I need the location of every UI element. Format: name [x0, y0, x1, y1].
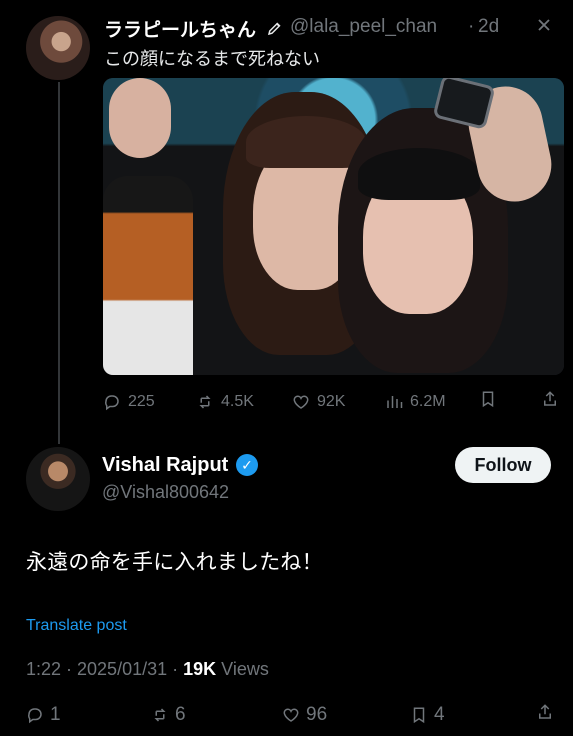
- original-reply-count: 225: [128, 393, 155, 410]
- raised-hand-left: [109, 78, 171, 158]
- original-post-time[interactable]: 2d: [478, 16, 499, 38]
- original-views-action[interactable]: 6.2M: [385, 393, 446, 411]
- repost-icon: [196, 393, 214, 411]
- original-repost-count: 4.5K: [221, 393, 254, 410]
- reply-bookmark-action[interactable]: 4: [410, 704, 445, 726]
- background-person: [103, 176, 193, 375]
- bookmark-icon: [479, 390, 497, 408]
- reply-author-name[interactable]: Vishal Rajput: [102, 454, 228, 477]
- share-icon: [536, 703, 554, 721]
- reply-reply-count: 1: [50, 704, 61, 725]
- post-photo[interactable]: [103, 78, 564, 375]
- left-woman-bangs: [246, 116, 366, 168]
- views-icon: [385, 393, 403, 411]
- original-reply-action[interactable]: 225: [103, 393, 155, 411]
- reply-reply-action[interactable]: 1: [26, 704, 61, 726]
- reply-icon: [26, 706, 44, 724]
- original-author-name[interactable]: ララピールちゃん: [104, 15, 284, 42]
- reply-author-avatar[interactable]: [26, 447, 90, 511]
- verified-icon: ✓: [236, 454, 258, 476]
- reply-bookmark-count: 4: [434, 704, 445, 725]
- reply-author-handle[interactable]: @Vishal800642: [102, 482, 229, 503]
- follow-button[interactable]: Follow: [455, 447, 551, 483]
- original-like-count: 92K: [317, 393, 346, 410]
- reply-post-meta: 1:22 · 2025/01/31 · 19K Views: [26, 659, 269, 680]
- bookmark-icon: [410, 706, 428, 724]
- reply-post-text: 永遠の命を手に入れましたね！: [26, 551, 323, 574]
- reply-views-count: 19K: [183, 659, 217, 679]
- like-icon: [282, 706, 300, 724]
- reply-share-action[interactable]: [536, 703, 554, 721]
- original-like-action[interactable]: 92K: [292, 393, 345, 411]
- reply-icon: [103, 393, 121, 411]
- reply-like-action[interactable]: 96: [282, 704, 327, 726]
- reply-like-count: 96: [306, 704, 328, 725]
- original-post-text: この顔になるまで死ねない: [104, 49, 320, 69]
- thread-line: [58, 82, 60, 444]
- reply-post-meta-prefix: 1:22 · 2025/01/31 ·: [26, 659, 184, 679]
- reply-repost-count: 6: [175, 704, 186, 725]
- close-icon[interactable]: [534, 15, 554, 39]
- post-time-separator: ·: [468, 16, 475, 37]
- translate-post-link[interactable]: Translate post: [26, 617, 127, 635]
- repost-icon: [151, 706, 169, 724]
- share-action[interactable]: [541, 390, 559, 408]
- right-woman-bangs: [358, 148, 480, 200]
- bookmark-action[interactable]: [479, 390, 497, 408]
- reply-views-label: Views: [216, 659, 269, 679]
- reply-repost-action[interactable]: 6: [151, 704, 186, 726]
- like-icon: [292, 393, 310, 411]
- original-views-count: 6.2M: [410, 393, 446, 410]
- original-author-handle[interactable]: @lala_peel_chan: [290, 16, 437, 38]
- share-icon: [541, 390, 559, 408]
- original-repost-action[interactable]: 4.5K: [196, 393, 254, 411]
- original-author-avatar[interactable]: [26, 16, 90, 80]
- original-author-name-text: ララピールちゃん: [104, 20, 257, 41]
- pen-icon: [266, 19, 284, 43]
